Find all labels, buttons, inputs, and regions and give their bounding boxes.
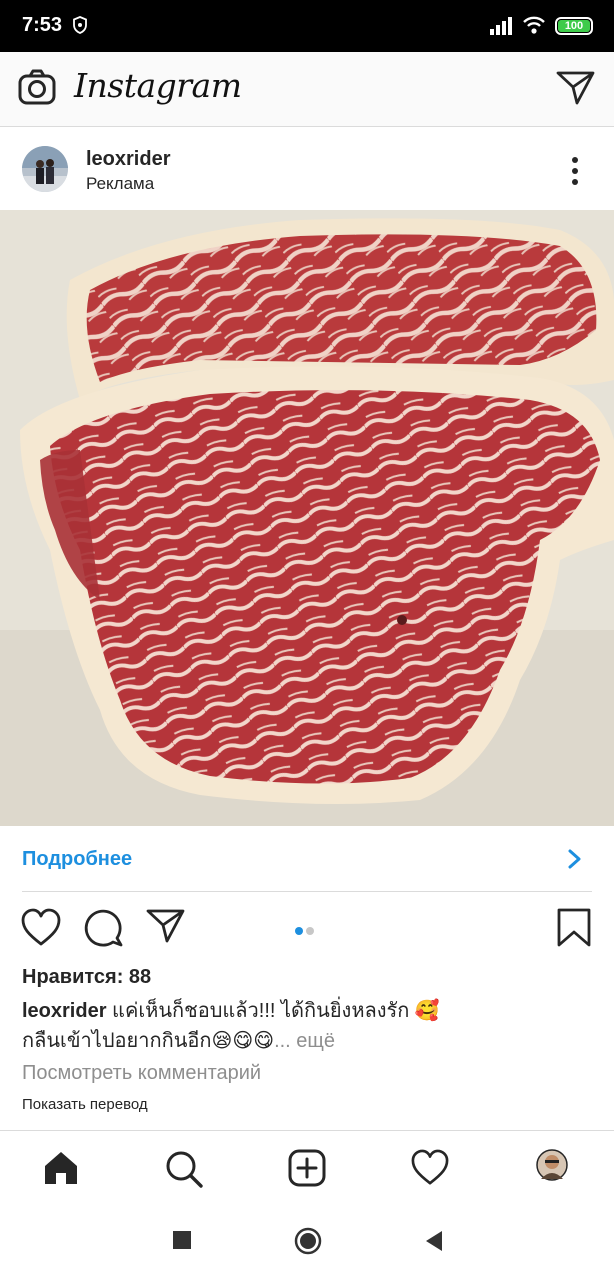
back-button-icon[interactable] xyxy=(424,1230,444,1252)
search-icon[interactable] xyxy=(164,1149,204,1189)
likes-count[interactable]: Нравится: 88 xyxy=(22,966,151,989)
battery-icon: 100 xyxy=(555,17,593,35)
direct-message-icon[interactable] xyxy=(556,70,596,106)
post-actions xyxy=(0,900,614,960)
instagram-logo: Instagram xyxy=(74,66,242,105)
divider xyxy=(22,891,592,892)
view-comments-link[interactable]: Посмотреть комментарий xyxy=(22,1062,261,1085)
post-header: leoxrider Реклама xyxy=(0,128,614,210)
carousel-dot-active xyxy=(295,927,303,935)
camera-icon[interactable] xyxy=(18,69,56,107)
activity-heart-icon[interactable] xyxy=(410,1149,450,1187)
signal-icon xyxy=(490,17,512,35)
caption-more-link[interactable]: ... ещё xyxy=(274,1030,335,1052)
system-nav xyxy=(0,1206,614,1280)
cta-label[interactable]: Подробнее xyxy=(22,848,132,871)
carousel-dot xyxy=(306,927,314,935)
share-icon[interactable] xyxy=(146,908,186,944)
battery-level: 100 xyxy=(558,20,590,32)
app-bar: Instagram xyxy=(0,52,614,127)
comment-icon[interactable] xyxy=(84,908,124,948)
new-post-icon[interactable] xyxy=(288,1149,326,1187)
caption-line-2: กลืนเข้าไปอยากกินอีก😪😋😋 xyxy=(22,1030,275,1052)
profile-avatar-icon[interactable] xyxy=(536,1149,568,1181)
steak-photo xyxy=(0,210,614,826)
post-caption: leoxrider แค่เห็นก็ชอบแล้ว!!! ได้กินยิ่ง… xyxy=(22,996,582,1056)
home-button-icon[interactable] xyxy=(294,1227,322,1255)
recents-button-icon[interactable] xyxy=(172,1230,192,1250)
carousel-indicator xyxy=(295,922,317,940)
caption-username[interactable]: leoxrider xyxy=(22,1000,106,1022)
shield-icon xyxy=(73,16,87,34)
cta-row[interactable]: Подробнее xyxy=(0,826,614,892)
caption-line-1: แค่เห็นก็ชอบแล้ว!!! ได้กินยิ่งหลงรัก 🥰 xyxy=(112,1000,440,1022)
status-bar: 7:53 100 xyxy=(0,0,614,52)
bottom-nav xyxy=(0,1130,614,1207)
avatar[interactable] xyxy=(22,146,68,192)
chevron-right-icon[interactable] xyxy=(566,848,584,870)
heart-icon[interactable] xyxy=(20,908,62,948)
post-username[interactable]: leoxrider xyxy=(86,148,170,171)
show-translation-link[interactable]: Показать перевод xyxy=(22,1096,148,1113)
avatar-image xyxy=(22,146,68,192)
more-options-icon[interactable] xyxy=(560,154,590,188)
sponsored-label: Реклама xyxy=(86,174,155,193)
bookmark-icon[interactable] xyxy=(556,908,592,948)
wifi-icon xyxy=(523,16,545,34)
status-time: 7:53 xyxy=(22,14,63,36)
home-icon[interactable] xyxy=(42,1149,80,1187)
post-image[interactable] xyxy=(0,210,614,826)
